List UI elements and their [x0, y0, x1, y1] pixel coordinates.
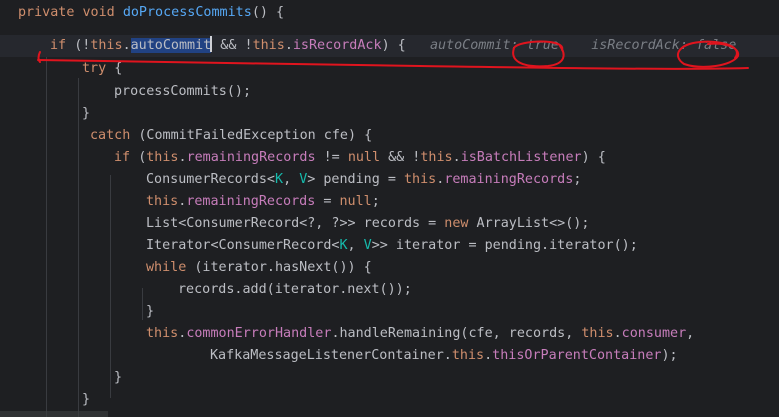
underline-stroke: [37, 59, 749, 70]
circle-false-value: [676, 40, 740, 68]
circle-true-value: [512, 40, 565, 68]
horizontal-scrollbar[interactable]: [0, 411, 108, 417]
underline-left-tick: [37, 51, 41, 63]
red-ink-annotations: [37, 40, 749, 70]
